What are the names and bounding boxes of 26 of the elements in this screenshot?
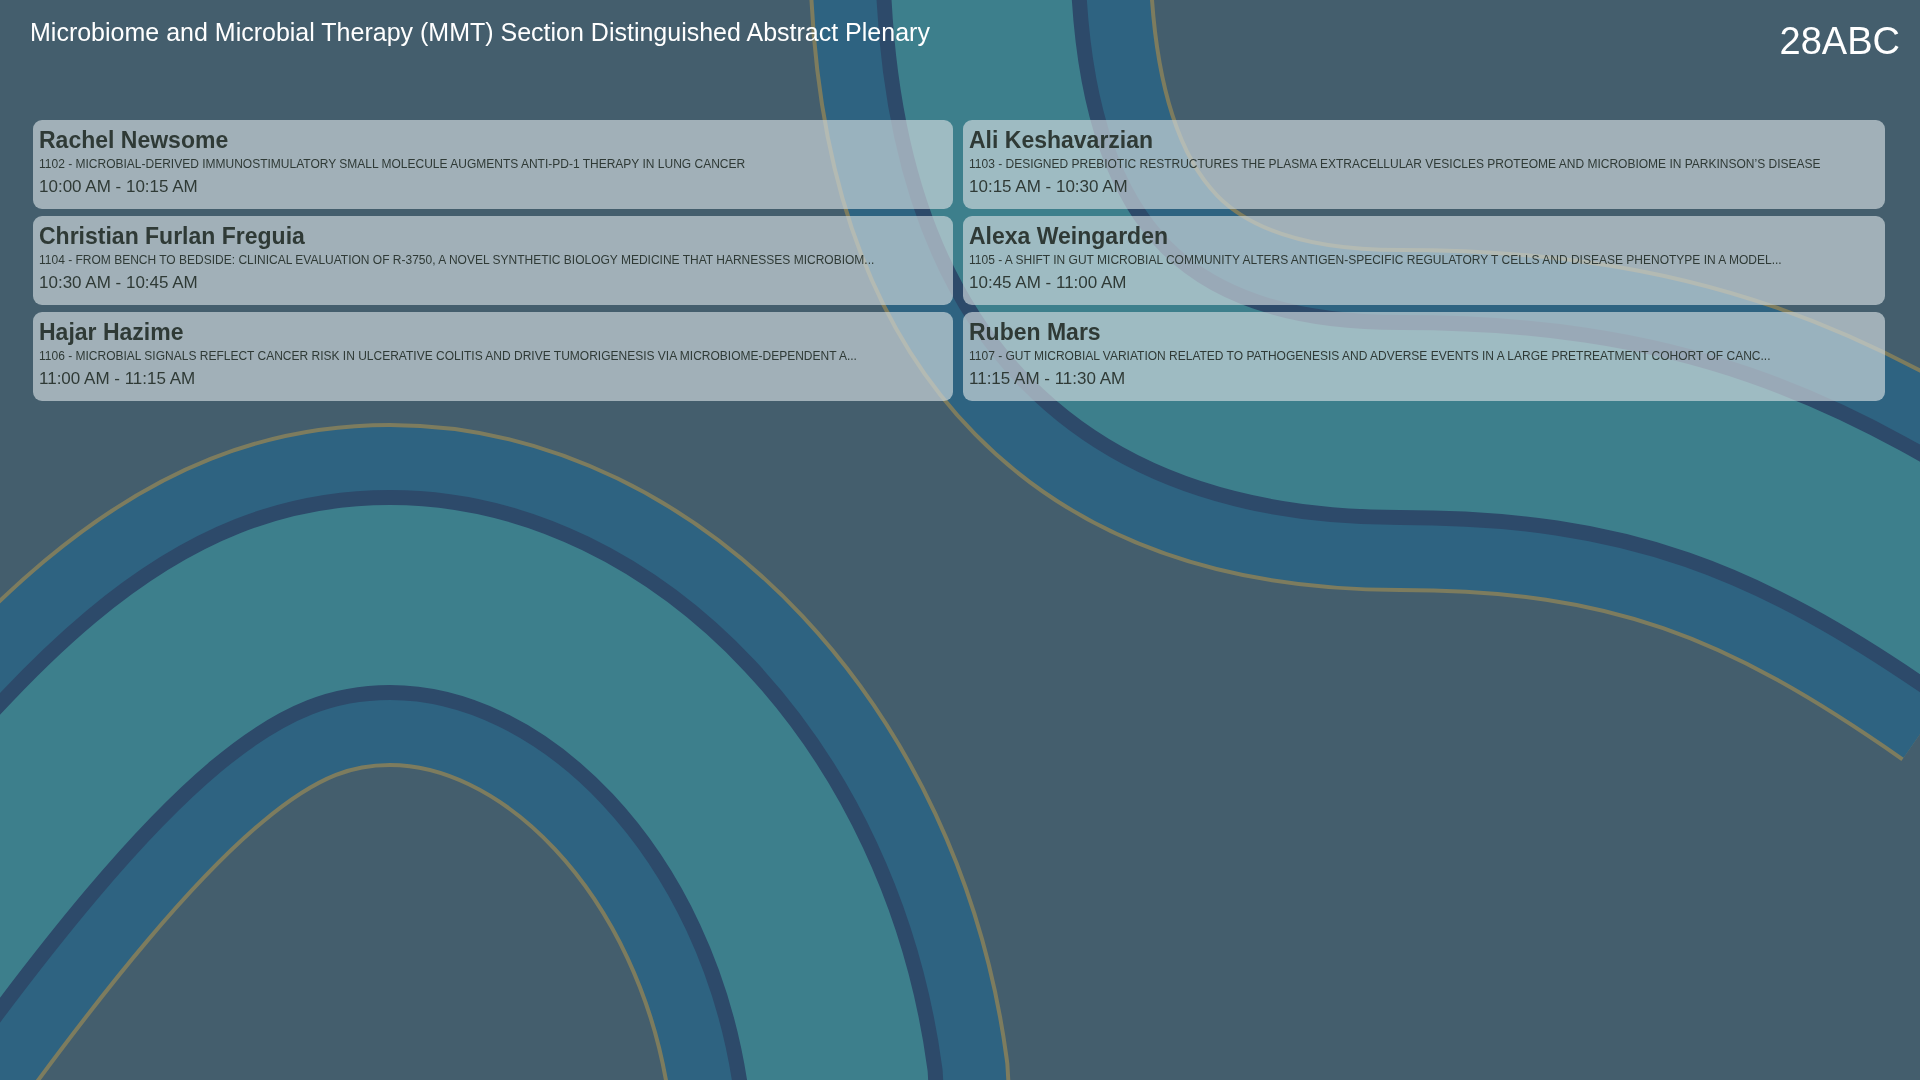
abstract-title: 1103 - DESIGNED PREBIOTIC RESTRUCTURES THE PLASMA EXTRACELLULAR VESICLES PROTEOME AND MICROBIOME IN PARKINSON’S DISEASE: [969, 156, 1822, 173]
session-card[interactable]: Alexa Weingarden 1105 - A SHIFT IN GUT MICROBIAL COMMUNITY ALTERS ANTIGEN-SPECIFIC REGULATORY T CELLS AND DISEASE PHENOTYPE IN A MODEL... 10:45 AM - 11:00 AM: [963, 216, 1885, 305]
session-title: Microbiome and Microbial Therapy (MMT) Section Distinguished Abstract Plenary: [30, 18, 930, 47]
speaker-name: Ali Keshavarzian: [969, 126, 1155, 154]
session-card[interactable]: Hajar Hazime 1106 - MICROBIAL SIGNALS REFLECT CANCER RISK IN ULCERATIVE COLITIS AND DRIVE TUMORIGENESIS VIA MICROBIOME-DEPENDENT A... 11:00 AM - 11:15 AM: [33, 312, 953, 401]
time-range: 10:00 AM - 10:15 AM: [39, 176, 199, 198]
abstract-title: 1106 - MICROBIAL SIGNALS REFLECT CANCER RISK IN ULCERATIVE COLITIS AND DRIVE TUMORIGENESIS VIA MICROBIOME-DEPENDENT A...: [39, 348, 858, 365]
speaker-name: Rachel Newsome: [39, 126, 230, 154]
session-card[interactable]: Rachel Newsome 1102 - MICROBIAL-DERIVED IMMUNOSTIMULATORY SMALL MOLECULE AUGMENTS ANTI-PD-1 THERAPY IN LUNG CANCER 10:00 AM - 10:15 AM: [33, 120, 953, 209]
abstract-title: 1104 - FROM BENCH TO BEDSIDE: CLINICAL EVALUATION OF R-3750, A NOVEL SYNTHETIC BIOLOGY MEDICINE THAT HARNESSES MICROBIOM...: [39, 252, 876, 269]
time-range: 10:15 AM - 10:30 AM: [969, 176, 1129, 198]
speaker-name: Alexa Weingarden: [969, 222, 1169, 250]
session-card[interactable]: Christian Furlan Freguia 1104 - FROM BENCH TO BEDSIDE: CLINICAL EVALUATION OF R-3750, A NOVEL SYNTHETIC BIOLOGY MEDICINE THAT HARNESSES MICROBIOM... 10:30 AM - 10:45 AM: [33, 216, 953, 305]
time-range: 11:15 AM - 11:30 AM: [969, 368, 1127, 390]
abstract-title: 1107 - GUT MICROBIAL VARIATION RELATED TO PATHOGENESIS AND ADVERSE EVENTS IN A LARGE PRETREATMENT COHORT OF CANC...: [969, 348, 1772, 365]
speaker-name: Christian Furlan Freguia: [39, 222, 306, 250]
session-card[interactable]: Ruben Mars 1107 - GUT MICROBIAL VARIATION RELATED TO PATHOGENESIS AND ADVERSE EVENTS IN A LARGE PRETREATMENT COHORT OF CANC... 11:15 AM - 11:30 AM: [963, 312, 1885, 401]
session-card[interactable]: Ali Keshavarzian 1103 - DESIGNED PREBIOTIC RESTRUCTURES THE PLASMA EXTRACELLULAR VESICLES PROTEOME AND MICROBIOME IN PARKINSON’S DISEASE 10:15 AM - 10:30 AM: [963, 120, 1885, 209]
time-range: 11:00 AM - 11:15 AM: [39, 368, 197, 390]
room-number: 28ABC: [1779, 20, 1900, 63]
time-range: 10:45 AM - 11:00 AM: [969, 272, 1128, 294]
speaker-name: Ruben Mars: [969, 318, 1102, 346]
time-range: 10:30 AM - 10:45 AM: [39, 272, 199, 294]
abstract-title: 1102 - MICROBIAL-DERIVED IMMUNOSTIMULATORY SMALL MOLECULE AUGMENTS ANTI-PD-1 THERAPY IN LUNG CANCER: [39, 156, 747, 173]
speaker-name: Hajar Hazime: [39, 318, 185, 346]
abstract-title: 1105 - A SHIFT IN GUT MICROBIAL COMMUNITY ALTERS ANTIGEN-SPECIFIC REGULATORY T CELLS AND DISEASE PHENOTYPE IN A MODEL...: [969, 252, 1783, 269]
